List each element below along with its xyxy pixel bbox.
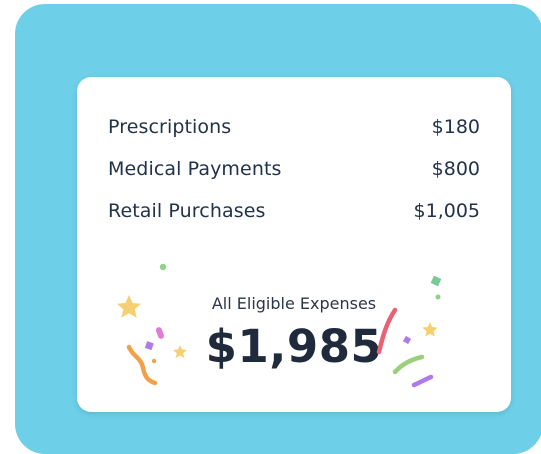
expense-label: Retail Purchases [108,200,266,222]
expense-label: Medical Payments [108,158,282,180]
total-amount: $1,985 [205,320,383,373]
expenses-summary-card: Prescriptions $180 Medical Payments $800… [77,77,511,412]
expense-amount: $1,005 [413,200,480,222]
expenses-panel-background: Prescriptions $180 Medical Payments $800… [15,4,541,454]
expense-amount: $180 [431,116,480,138]
expense-row-medical-payments: Medical Payments $800 [108,158,480,180]
expense-row-prescriptions: Prescriptions $180 [108,116,480,138]
expense-label: Prescriptions [108,116,232,138]
expense-row-retail-purchases: Retail Purchases $1,005 [108,200,480,222]
total-label: All Eligible Expenses [211,294,377,313]
expense-amount: $800 [431,158,480,180]
